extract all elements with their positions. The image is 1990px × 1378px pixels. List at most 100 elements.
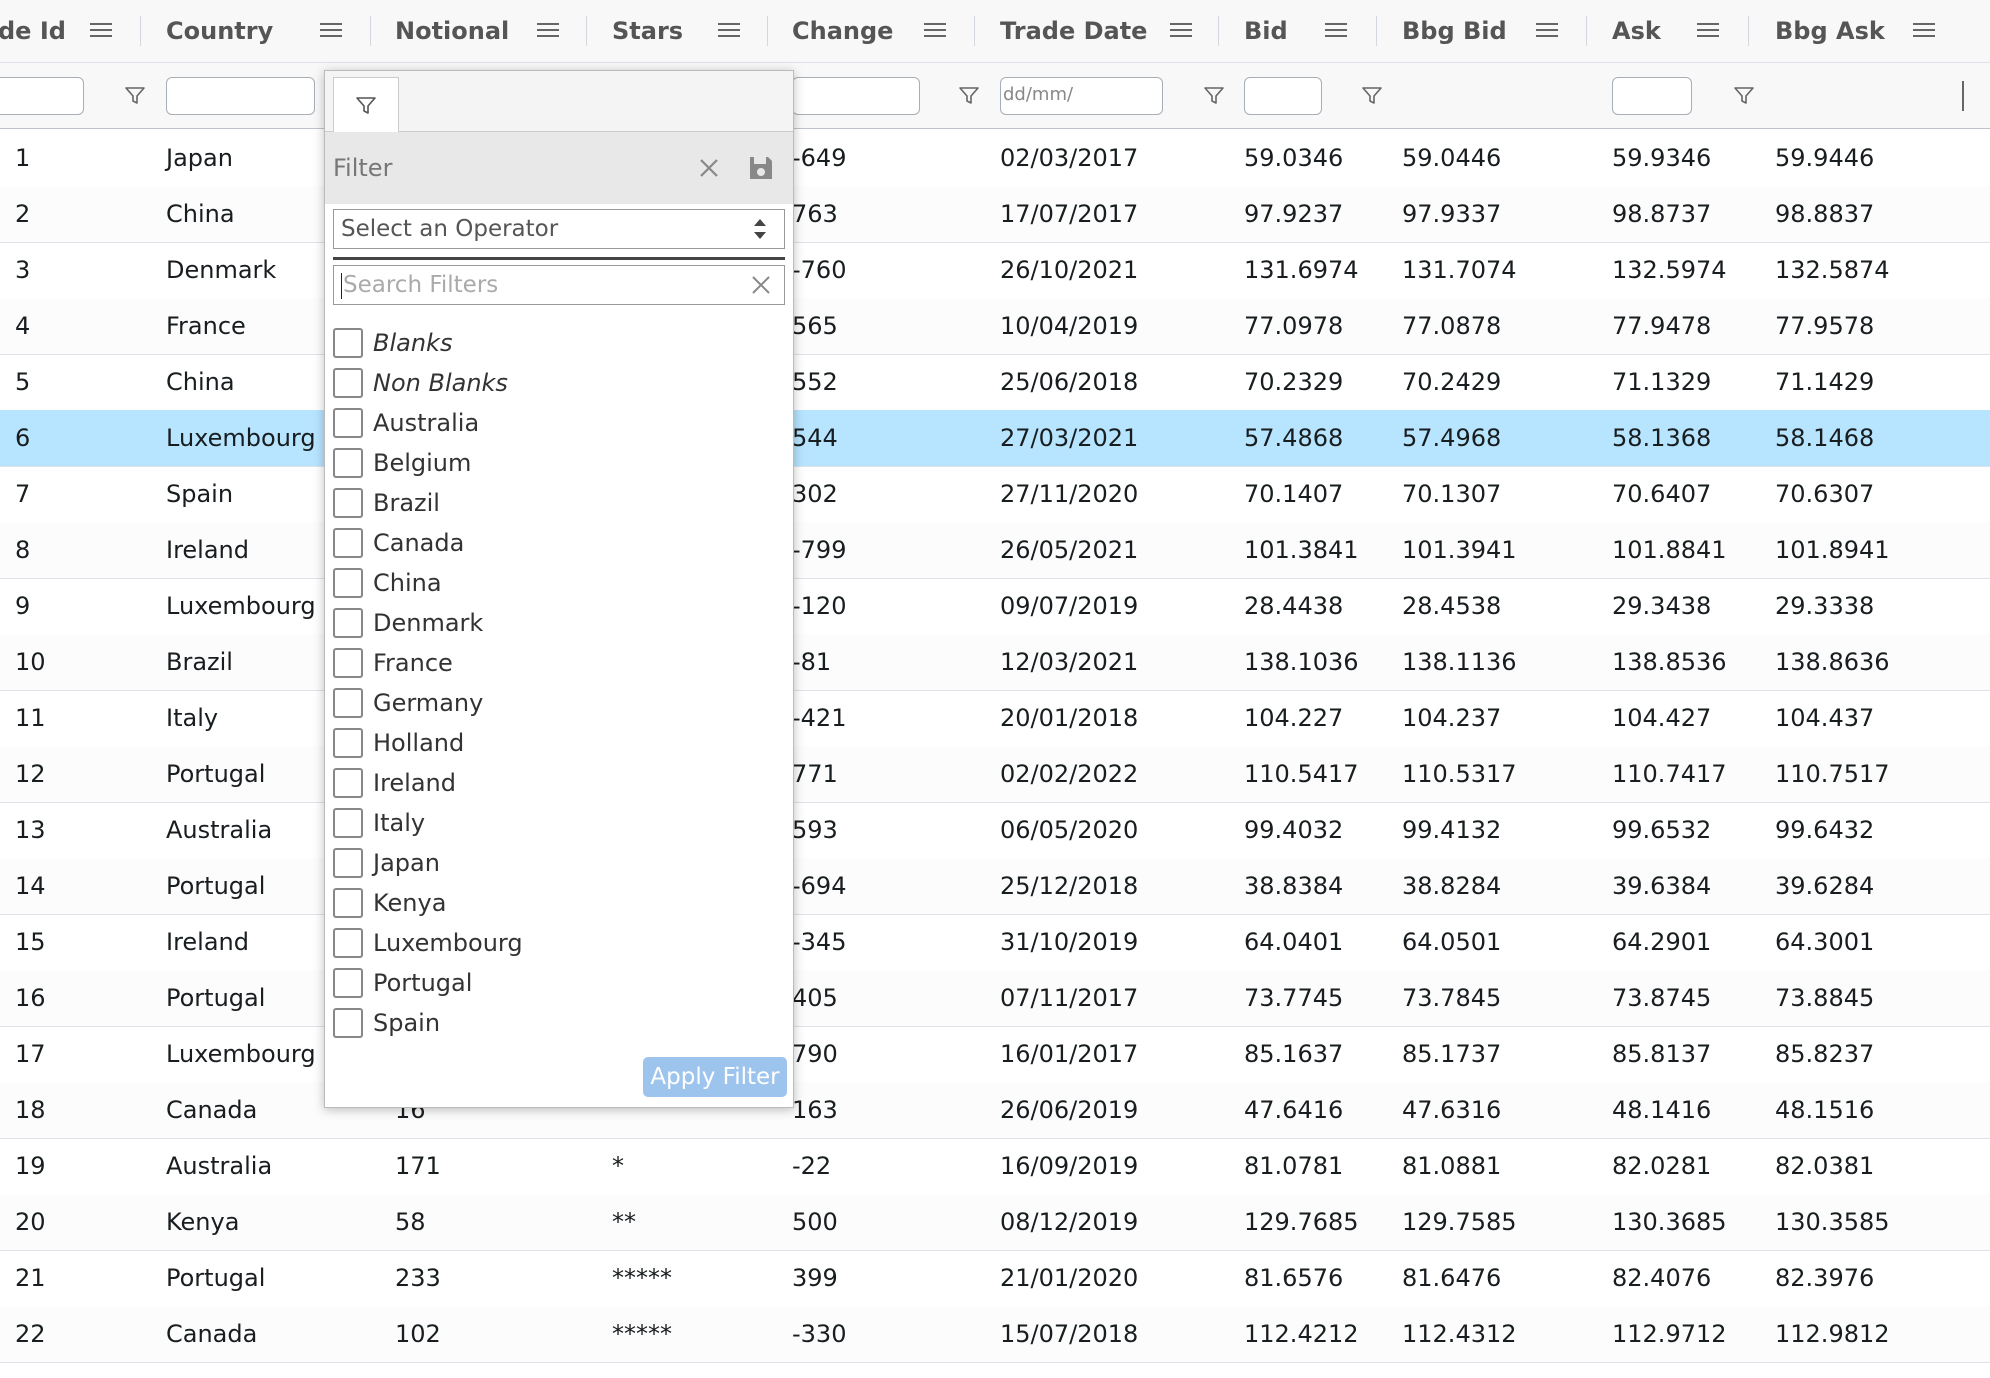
cell-bbg-bid[interactable]: 85.1737 <box>1402 1026 1501 1082</box>
column-filter-input[interactable] <box>792 77 920 115</box>
cell-bid[interactable]: 38.8384 <box>1244 858 1343 914</box>
checkbox[interactable] <box>333 648 363 678</box>
checkbox[interactable] <box>333 368 363 398</box>
cell-bid[interactable]: 47.6416 <box>1244 1082 1343 1138</box>
cell-bid[interactable]: 138.1036 <box>1244 634 1359 690</box>
cell-country[interactable]: Kenya <box>166 1194 239 1250</box>
cell-country[interactable]: Spain <box>166 466 233 522</box>
column-resize-handle[interactable] <box>1376 16 1377 46</box>
cell-stars[interactable]: * <box>612 1138 624 1194</box>
cell-date[interactable]: 21/01/2020 <box>1000 1250 1138 1306</box>
checkbox[interactable] <box>333 608 363 638</box>
cell-bbg-ask[interactable]: 70.6307 <box>1775 466 1874 522</box>
cell-change[interactable]: -421 <box>792 690 846 746</box>
filter-value-option[interactable]: Ireland <box>333 763 785 803</box>
cell-ask[interactable]: 104.427 <box>1612 690 1711 746</box>
table-row[interactable]: 4 France 565 10/04/2019 77.0978 77.0878 77.947… <box>0 298 1990 355</box>
cell-bbg-ask[interactable]: 59.9446 <box>1775 130 1874 186</box>
cell-bbg-ask[interactable]: 73.8845 <box>1775 970 1874 1026</box>
column-header-bbg-bid[interactable]: Bbg Bid <box>1402 0 1507 62</box>
column-filter-input[interactable] <box>1244 77 1322 115</box>
column-menu-icon[interactable] <box>1697 19 1719 43</box>
table-row[interactable]: 3 Denmark -760 26/10/2021 131.6974 131.7074 13… <box>0 242 1990 299</box>
checkbox[interactable] <box>333 488 363 518</box>
cell-id[interactable]: 19 <box>15 1138 46 1194</box>
cell-ask[interactable]: 82.4076 <box>1612 1250 1711 1306</box>
cell-date[interactable]: 06/05/2020 <box>1000 802 1138 858</box>
column-resize-handle[interactable] <box>1748 16 1749 46</box>
cell-bbg-bid[interactable]: 101.3941 <box>1402 522 1517 578</box>
column-menu-icon[interactable] <box>90 19 112 43</box>
table-row[interactable]: 6 Luxembourg 544 27/03/2021 57.4868 57.4968 58… <box>0 410 1990 467</box>
cell-bbg-bid[interactable]: 70.1307 <box>1402 466 1501 522</box>
cell-bbg-bid[interactable]: 59.0446 <box>1402 130 1501 186</box>
cell-change[interactable]: -649 <box>792 130 846 186</box>
cell-id[interactable]: 11 <box>15 690 46 746</box>
column-resize-handle[interactable] <box>586 16 587 46</box>
filter-value-option[interactable]: Denmark <box>333 603 785 643</box>
filter-icon[interactable] <box>1361 85 1383 107</box>
checkbox[interactable] <box>333 848 363 878</box>
cell-change[interactable]: 593 <box>792 802 838 858</box>
cell-change[interactable]: 302 <box>792 466 838 522</box>
cell-id[interactable]: 3 <box>15 242 30 298</box>
cell-date[interactable]: 15/07/2018 <box>1000 1306 1138 1362</box>
cell-bbg-bid[interactable]: 138.1136 <box>1402 634 1517 690</box>
cell-bid[interactable]: 59.0346 <box>1244 130 1343 186</box>
column-resize-handle[interactable] <box>767 16 768 46</box>
cell-bbg-bid[interactable]: 38.8284 <box>1402 858 1501 914</box>
cell-ask[interactable]: 112.9712 <box>1612 1306 1727 1362</box>
cell-bbg-bid[interactable]: 81.0881 <box>1402 1138 1501 1194</box>
cell-date[interactable]: 27/03/2021 <box>1000 410 1138 466</box>
cell-date[interactable]: 27/11/2020 <box>1000 466 1138 522</box>
cell-bbg-bid[interactable]: 97.9337 <box>1402 186 1501 242</box>
cell-bbg-ask[interactable]: 77.9578 <box>1775 298 1874 354</box>
filter-value-option[interactable]: Italy <box>333 803 785 843</box>
cell-notional[interactable]: 171 <box>395 1138 441 1194</box>
cell-id[interactable]: 6 <box>15 410 30 466</box>
cell-id[interactable]: 20 <box>15 1194 46 1250</box>
cell-id[interactable]: 2 <box>15 186 30 242</box>
cell-bid[interactable]: 129.7685 <box>1244 1194 1359 1250</box>
table-row[interactable]: 11 Italy -421 20/01/2018 104.227 104.237 104.4… <box>0 690 1990 747</box>
cell-stars[interactable]: ***** <box>612 1250 672 1306</box>
cell-change[interactable]: 399 <box>792 1250 838 1306</box>
column-resize-handle[interactable] <box>140 16 141 46</box>
column-header-notional[interactable]: Notional <box>395 0 509 62</box>
cell-ask[interactable]: 70.6407 <box>1612 466 1711 522</box>
cell-ask[interactable]: 130.3685 <box>1612 1194 1727 1250</box>
cell-country[interactable]: Italy <box>166 690 218 746</box>
column-filter-input[interactable] <box>0 77 84 115</box>
cell-ask[interactable]: 138.8536 <box>1612 634 1727 690</box>
filter-value-option[interactable]: Brazil <box>333 483 785 523</box>
cell-country[interactable]: Ireland <box>166 522 249 578</box>
cell-bbg-ask[interactable]: 29.3338 <box>1775 578 1874 634</box>
search-filters-input[interactable]: Search Filters <box>333 265 785 305</box>
cell-date[interactable]: 10/04/2019 <box>1000 298 1138 354</box>
cell-id[interactable]: 4 <box>15 298 30 354</box>
cell-id[interactable]: 7 <box>15 466 30 522</box>
cell-ask[interactable]: 110.7417 <box>1612 746 1727 802</box>
table-row[interactable]: 15 Ireland -345 31/10/2019 64.0401 64.0501 64.… <box>0 914 1990 971</box>
cell-date[interactable]: 12/03/2021 <box>1000 634 1138 690</box>
cell-id[interactable]: 9 <box>15 578 30 634</box>
cell-change[interactable]: -330 <box>792 1306 846 1362</box>
cell-ask[interactable]: 85.8137 <box>1612 1026 1711 1082</box>
cell-country[interactable]: Canada <box>166 1082 257 1138</box>
filter-value-option[interactable]: Luxembourg <box>333 923 785 963</box>
cell-ask[interactable]: 77.9478 <box>1612 298 1711 354</box>
close-icon[interactable] <box>697 156 721 180</box>
column-header-bbg-ask[interactable]: Bbg Ask <box>1775 0 1885 62</box>
filter-icon[interactable] <box>124 85 146 107</box>
column-menu-icon[interactable] <box>320 19 342 43</box>
cell-change[interactable]: 405 <box>792 970 838 1026</box>
table-row[interactable]: 2 China 763 17/07/2017 97.9237 97.9337 98.8737… <box>0 186 1990 243</box>
cell-country[interactable]: Australia <box>166 802 272 858</box>
cell-bbg-bid[interactable]: 112.4312 <box>1402 1306 1517 1362</box>
cell-bbg-bid[interactable]: 64.0501 <box>1402 914 1501 970</box>
cell-ask[interactable]: 39.6384 <box>1612 858 1711 914</box>
cell-id[interactable]: 10 <box>15 634 46 690</box>
cell-change[interactable]: -694 <box>792 858 846 914</box>
column-resize-handle[interactable] <box>370 16 371 46</box>
cell-ask[interactable]: 132.5974 <box>1612 242 1727 298</box>
